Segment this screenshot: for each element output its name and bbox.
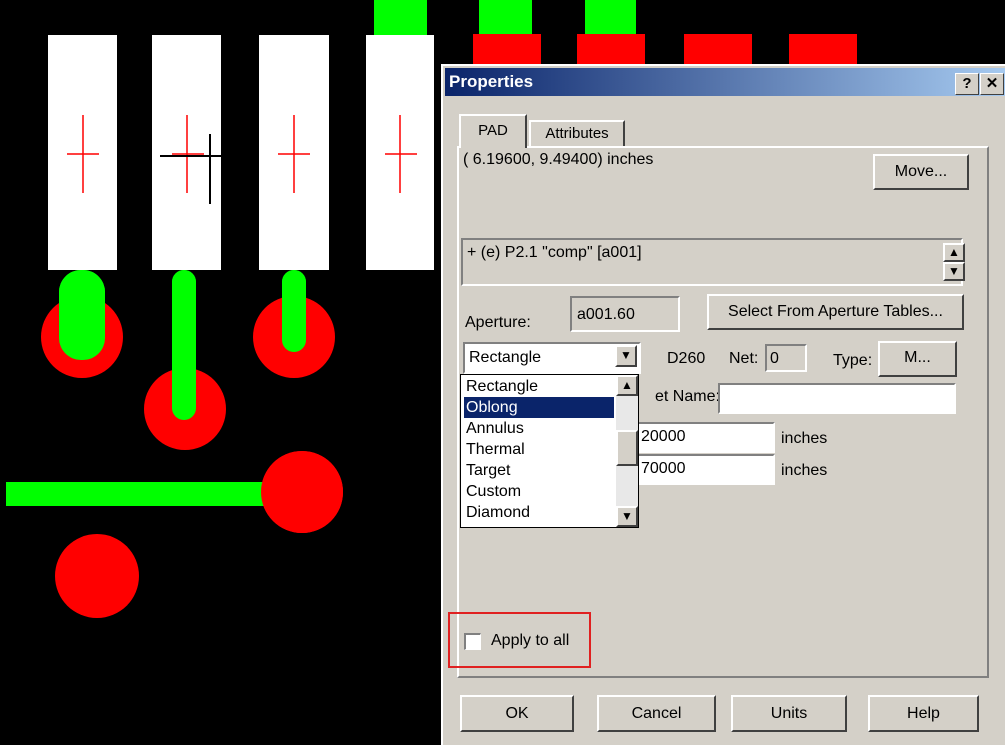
list-item[interactable]: Target — [464, 460, 614, 481]
height-field[interactable]: 70000 — [636, 454, 775, 485]
shape-select-value: Rectangle — [469, 349, 542, 366]
select-aperture-button[interactable]: Select From Aperture Tables... — [707, 294, 964, 330]
list-item-selected[interactable]: Oblong — [464, 397, 614, 418]
ok-button[interactable]: OK — [460, 695, 574, 732]
tab-attributes[interactable]: Attributes — [529, 120, 625, 146]
shape-dropdown-list[interactable]: Rectangle Oblong Annulus Thermal Target … — [460, 374, 639, 528]
aperture-field[interactable]: a001.60 — [570, 296, 680, 332]
trace — [585, 0, 636, 34]
trace — [172, 270, 196, 420]
trace — [282, 270, 306, 352]
info-box: + (e) P2.1 "comp" [a001] — [461, 238, 963, 286]
scroll-up-icon[interactable]: ▲ — [943, 243, 965, 262]
height-unit: inches — [781, 462, 828, 479]
aperture-label: Aperture: — [465, 314, 531, 331]
via — [261, 451, 343, 533]
scroll-up-icon[interactable]: ▲ — [616, 375, 638, 396]
list-item[interactable]: Thermal — [464, 439, 614, 460]
title-bar: Properties ? ✕ — [445, 68, 1005, 96]
help-title-button[interactable]: ? — [955, 73, 979, 95]
trace — [6, 482, 296, 506]
tab-pad[interactable]: PAD — [459, 114, 527, 148]
via — [55, 534, 139, 618]
net-label: Net: — [729, 350, 759, 367]
coordinates-label: ( 6.19600, 9.49400) inches — [463, 151, 654, 168]
scroll-down-icon[interactable]: ▼ — [616, 506, 638, 527]
chevron-down-icon[interactable]: ▼ — [615, 345, 637, 367]
units-button[interactable]: Units — [731, 695, 847, 732]
trace — [479, 0, 532, 34]
close-icon[interactable]: ✕ — [980, 73, 1004, 95]
dialog-title: Properties — [449, 72, 534, 91]
help-button[interactable]: Help — [868, 695, 979, 732]
net-name-label: et Name: — [655, 388, 720, 405]
highlight-box — [448, 612, 591, 668]
type-button[interactable]: M... — [878, 341, 957, 377]
scroll-thumb[interactable] — [616, 430, 638, 466]
scroll-down-icon[interactable]: ▼ — [943, 262, 965, 281]
width-field[interactable]: 20000 — [636, 422, 775, 453]
copper-pad — [684, 34, 752, 64]
list-item[interactable]: Custom — [464, 481, 614, 502]
width-unit: inches — [781, 430, 828, 447]
trace — [374, 0, 427, 36]
copper-pad — [789, 34, 857, 64]
list-item[interactable]: Annulus — [464, 418, 614, 439]
list-item[interactable]: Rectangle — [464, 376, 614, 397]
dcode-label: D260 — [667, 350, 706, 367]
copper-pad — [577, 34, 645, 64]
net-name-field[interactable] — [718, 383, 956, 414]
type-label: Type: — [833, 352, 873, 369]
cancel-button[interactable]: Cancel — [597, 695, 716, 732]
trace — [59, 270, 105, 360]
list-item[interactable]: Diamond — [464, 502, 614, 523]
list-scrollbar[interactable]: ▲ ▼ — [616, 375, 638, 527]
move-button[interactable]: Move... — [873, 154, 969, 190]
copper-pad — [473, 34, 541, 64]
info-text: + (e) P2.1 "comp" [a001] — [467, 244, 642, 261]
net-field[interactable]: 0 — [765, 344, 807, 372]
